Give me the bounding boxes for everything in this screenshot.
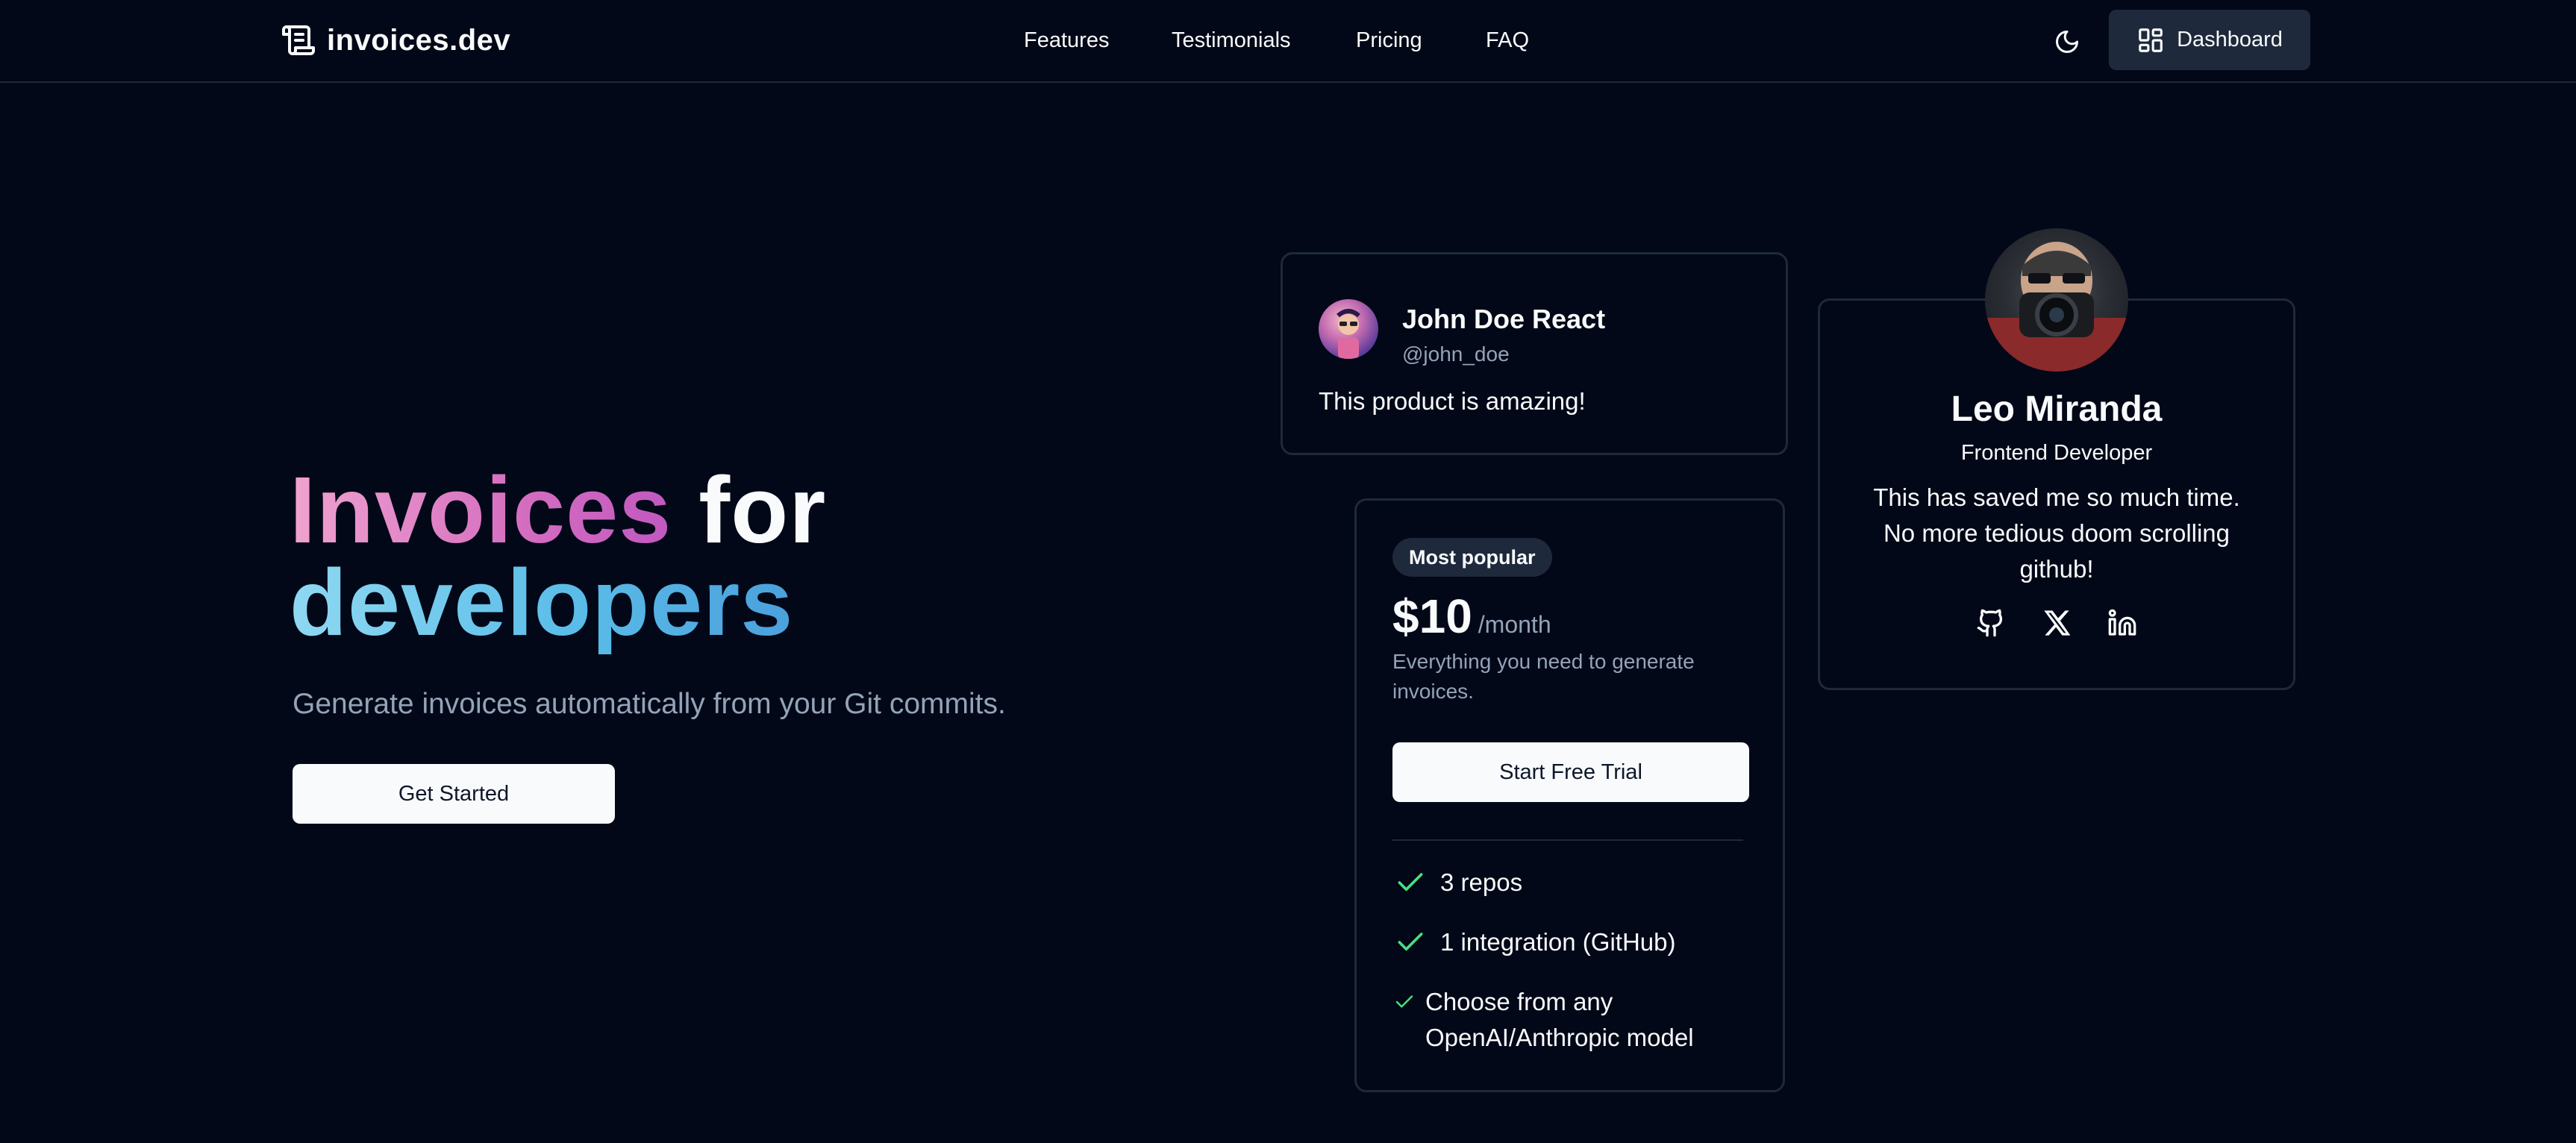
feature-item: Choose from any OpenAI/Anthropic model [1392,984,1751,1056]
hero-title-word-developers: developers [290,550,794,655]
dashboard-label: Dashboard [2177,28,2283,51]
testimonial-text: This has saved me so much time. No more … [1873,483,2240,583]
avatar [1985,228,2128,372]
feature-text: 1 integration (GitHub) [1440,928,1676,956]
testimonial-name: Leo Miranda [1951,389,2163,429]
price-period: /month [1478,611,1551,638]
divider [1392,839,1743,841]
get-started-button[interactable]: Get Started [293,764,615,824]
moon-icon [2054,28,2081,55]
price-amount: $10 [1392,589,1472,643]
testimonial-card-john: John Doe React @john_doe This product is… [1281,252,1788,455]
x-icon[interactable] [2040,607,2073,639]
github-icon[interactable] [1975,607,2007,639]
start-free-trial-button[interactable]: Start Free Trial [1392,742,1749,802]
check-icon [1392,865,1428,901]
price: $10/month [1392,589,1551,644]
pricing-card: Most popular $10/month Everything you ne… [1354,498,1785,1092]
hero-title-word-invoices: Invoices [290,457,672,563]
linkedin-icon[interactable] [2106,607,2139,639]
testimonial-text: This product is amazing! [1319,387,1586,415]
theme-toggle-button[interactable] [2048,22,2086,61]
landing-page: invoices.dev Features Testimonials Prici… [0,0,2576,1143]
nav-link-pricing[interactable]: Pricing [1356,22,1422,58]
testimonial-role: Frontend Developer [1960,441,2153,465]
check-icon [1392,984,1416,1020]
feature-text: Choose from any OpenAI/Anthropic model [1425,988,1694,1051]
navbar: invoices.dev Features Testimonials Prici… [0,0,2576,83]
most-popular-badge: Most popular [1392,538,1552,577]
social-links [1820,607,2293,639]
nav-link-faq[interactable]: FAQ [1486,22,1529,58]
hero-title-word-for: for [698,457,827,563]
avatar [1319,299,1378,359]
dashboard-button[interactable]: Dashboard [2109,10,2310,70]
nav-link-testimonials[interactable]: Testimonials [1172,22,1291,58]
layout-dashboard-icon [2136,26,2165,54]
testimonial-handle: @john_doe [1402,342,1510,366]
nav-link-features[interactable]: Features [1024,22,1109,58]
hero-subtitle: Generate invoices automatically from you… [293,688,1006,720]
check-icon [1392,924,1428,960]
feature-item: 1 integration (GitHub) [1392,924,1675,960]
plan-description: Everything you need to generate invoices… [1392,650,1695,703]
testimonial-name: John Doe React [1402,304,1606,334]
feature-item: 3 repos [1392,865,1522,901]
feature-text: 3 repos [1440,868,1523,896]
hero-title: Invoices for developers [290,463,826,650]
